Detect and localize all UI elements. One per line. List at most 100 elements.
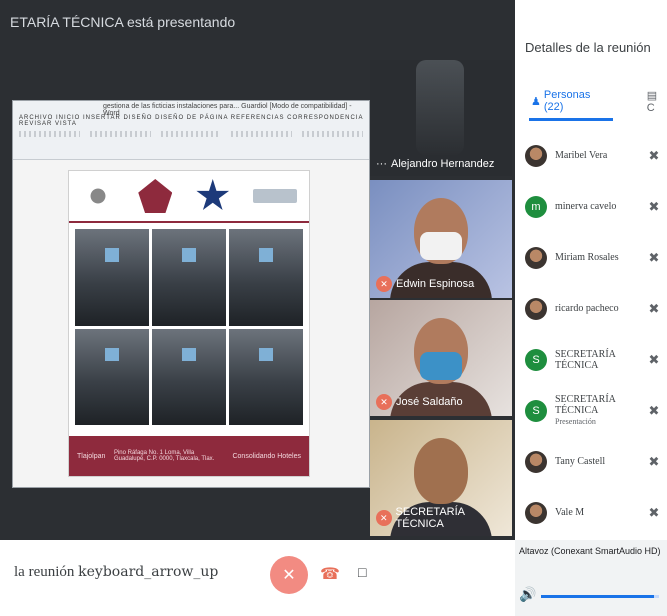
meeting-details-panel: Detalles de la reunión ♟ Personas (22) ▤…	[515, 0, 667, 616]
tab-chat[interactable]: ▤ C	[647, 89, 667, 114]
participant-tile[interactable]: ✕ SECRETARÍA TÉCNICA	[370, 420, 512, 536]
participant-name: ricardo pacheco	[555, 303, 639, 314]
mic-off-icon: ✕	[376, 510, 392, 526]
captions-icon: □	[358, 564, 367, 580]
photo-grid	[75, 229, 303, 425]
call-end-icon: ☎	[320, 566, 340, 583]
participant-name-text: Miriam Rosales	[555, 252, 619, 263]
avatar: S	[525, 399, 547, 422]
keyboard-arrow-up-icon: keyboard_arrow_up	[78, 564, 219, 580]
avatar: m	[525, 195, 547, 218]
hangup-button[interactable]: ☎	[320, 564, 340, 584]
participant-name-text: SECRETARÍA TÉCNICA	[555, 348, 616, 371]
participant-list-item[interactable]: ricardo pacheco ✖	[515, 283, 667, 334]
audio-output: Altavoz (Conexant SmartAudio HD) 🔊	[515, 540, 667, 616]
shared-screen: gestiona de las ficticias instalaciones …	[12, 100, 370, 488]
footer-right-text: Consolidando Hoteles	[232, 452, 301, 460]
meeting-details-toggle[interactable]: la reunión keyboard_arrow_up	[14, 564, 218, 581]
video-stage: ETARÍA TÉCNICA está presentando gestiona…	[0, 0, 515, 540]
panel-tabs: ♟ Personas (22) ▤ C	[515, 88, 667, 114]
panel-title: Detalles de la reunión	[525, 40, 651, 55]
event-photo	[152, 328, 226, 425]
tab-chat-label: C	[646, 101, 655, 114]
participant-name-text: ricardo pacheco	[555, 303, 619, 314]
word-toolbar	[19, 127, 363, 155]
participant-list-item[interactable]: Maribel Vera ✖	[515, 130, 667, 181]
participant-name-text: minerva cavelo	[555, 201, 617, 212]
participant-tile[interactable]: ✕ José Saldaño	[370, 300, 512, 416]
participant-name-text: Tany Castell	[555, 456, 606, 467]
participant-tile-name: José Saldaño	[396, 396, 463, 408]
participant-video	[414, 438, 468, 504]
avatar	[525, 450, 547, 473]
volume-slider[interactable]	[541, 595, 659, 598]
participant-tile[interactable]: ··· Alejandro Hernandez	[370, 60, 512, 176]
captions-button[interactable]: □	[358, 564, 366, 580]
participant-tile-name: SECRETARÍA TÉCNICA	[395, 506, 465, 530]
event-photo	[75, 328, 149, 425]
mic-off-icon: ✖	[648, 249, 660, 265]
event-photo	[75, 229, 149, 326]
participant-list: Maribel Vera ✖ m minerva cavelo ✖ Miriam Rosa…	[515, 130, 667, 538]
audio-device-label: Altavoz (Conexant SmartAudio HD)	[519, 546, 661, 556]
participant-name: SECRETARÍA TÉCNICA	[555, 349, 639, 371]
tab-people-label: Personas (22)	[543, 89, 591, 113]
police-badge-icon	[196, 179, 230, 210]
participant-list-item[interactable]: m minerva cavelo ✖	[515, 181, 667, 232]
word-ribbon-tabs: ARCHIVO INICIO INSERTAR DISEÑO DISEÑO DE…	[19, 115, 364, 127]
avatar	[525, 297, 547, 320]
presenter-banner: ETARÍA TÉCNICA está presentando	[10, 14, 236, 30]
mic-off-icon: ✖	[648, 453, 660, 469]
participant-name-text: SECRETARÍA TÉCNICA	[555, 394, 616, 416]
footer-address: Pino Ráfaga No. 1 Loma, Villa Guadalupe,…	[113, 450, 215, 462]
mic-off-icon: ✕	[282, 567, 296, 584]
word-ribbon: gestiona de las ficticias instalaciones …	[13, 101, 369, 160]
more-dots-icon: ···	[376, 158, 387, 170]
mic-off-icon: ✖	[648, 300, 660, 316]
participant-tile[interactable]: ✕ Edwin Espinosa	[370, 180, 512, 298]
event-photo	[229, 229, 303, 326]
participant-name: Vale M	[555, 507, 639, 518]
participant-name: minerva cavelo	[555, 201, 639, 212]
chat-icon: ▤	[646, 89, 658, 102]
mic-off-icon: ✖	[648, 198, 660, 214]
mic-off-icon: ✖	[648, 504, 660, 520]
participant-video	[416, 60, 464, 155]
avatar	[525, 246, 547, 269]
participant-name-text: Maribel Vera	[555, 150, 608, 161]
participant-list-item[interactable]: Miriam Rosales ✖	[515, 232, 667, 283]
volume-icon: 🔊	[519, 586, 537, 602]
document-page: Tlajolpan Pino Ráfaga No. 1 Loma, Villa …	[69, 171, 309, 476]
mic-off-icon: ✖	[648, 147, 660, 163]
participant-list-item[interactable]: S SECRETARÍA TÉCNICA ✖	[515, 334, 667, 385]
participant-name: Maribel Vera	[555, 150, 639, 161]
participant-list-item[interactable]: Vale M ✖	[515, 487, 667, 538]
avatar: S	[525, 348, 547, 371]
participant-list-item[interactable]: S SECRETARÍA TÉCNICA Presentación ✖	[515, 385, 667, 436]
event-photo	[229, 328, 303, 425]
avatar	[525, 501, 547, 524]
tab-people[interactable]: ♟ Personas (22)	[531, 89, 609, 113]
avatar	[525, 144, 547, 167]
institution-logo-icon	[253, 189, 298, 203]
active-tab-indicator	[529, 118, 613, 121]
participant-name: Tany Castell	[555, 456, 639, 467]
participant-list-item[interactable]: Tany Castell ✖	[515, 436, 667, 487]
participant-name: SECRETARÍA TÉCNICA Presentación	[555, 394, 639, 427]
people-icon: ♟	[531, 95, 541, 108]
participant-name-text: Vale M	[555, 507, 585, 518]
anniversary-logo-icon	[138, 179, 173, 213]
mic-off-icon: ✖	[648, 402, 660, 418]
participant-tile-name: Edwin Espinosa	[396, 278, 475, 290]
participant-name: Miriam Rosales	[555, 252, 639, 263]
municipal-seal-icon	[80, 179, 115, 213]
event-photo	[152, 229, 226, 326]
bottom-toolbar: la reunión keyboard_arrow_up ✕ ☎ □	[0, 540, 515, 616]
logo-strip	[69, 171, 309, 223]
participant-role: Presentación	[555, 417, 596, 426]
participant-tile-name: Alejandro Hernandez	[391, 158, 495, 170]
mic-toggle-button[interactable]: ✕	[270, 556, 308, 594]
mic-off-icon: ✕	[376, 394, 392, 410]
mic-off-icon: ✖	[648, 351, 660, 367]
footer-left-text: Tlajolpan	[77, 452, 106, 460]
